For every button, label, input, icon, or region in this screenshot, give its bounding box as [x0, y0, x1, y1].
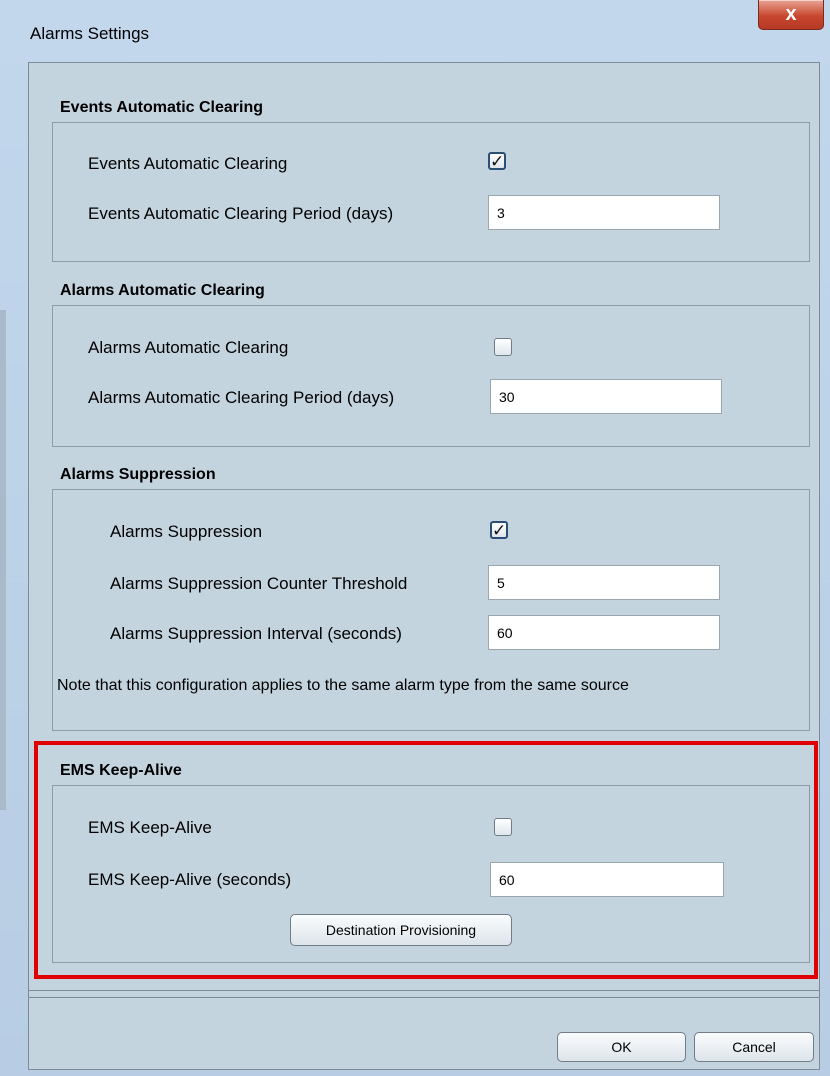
events-clearing-checkbox[interactable]: ✓	[488, 152, 506, 170]
close-button[interactable]: x	[758, 0, 824, 30]
close-icon: x	[785, 3, 797, 25]
keep-alive-checkbox[interactable]	[494, 818, 512, 836]
alarms-suppression-title: Alarms Suppression	[60, 466, 216, 483]
alarms-clearing-checkbox[interactable]	[494, 338, 512, 356]
alarms-clearing-period-input[interactable]: 30	[490, 379, 722, 414]
keep-alive-seconds-label: EMS Keep-Alive (seconds)	[88, 870, 292, 889]
alarms-clearing-period-label: Alarms Automatic Clearing Period (days)	[88, 388, 395, 407]
suppression-threshold-label: Alarms Suppression Counter Threshold	[110, 574, 408, 593]
suppression-interval-label: Alarms Suppression Interval (seconds)	[110, 624, 402, 643]
destination-provisioning-button[interactable]: Destination Provisioning	[290, 914, 512, 946]
suppression-interval-input[interactable]: 60	[488, 615, 720, 650]
check-icon: ✓	[492, 521, 507, 540]
events-clearing-period-input[interactable]: 3	[488, 195, 720, 230]
title-bar: Alarms Settings x	[0, 0, 830, 62]
cancel-button[interactable]: Cancel	[694, 1032, 814, 1062]
alarms-settings-dialog: Alarms Settings x Events Automatic Clear…	[0, 0, 830, 1076]
window-title: Alarms Settings	[30, 24, 150, 43]
check-icon: ✓	[490, 152, 505, 171]
keep-alive-title: EMS Keep-Alive	[60, 762, 182, 779]
alarms-clearing-group	[52, 305, 810, 447]
footer-divider-inner	[28, 997, 820, 998]
suppression-note: Note that this configuration applies to …	[57, 677, 629, 694]
suppression-threshold-input[interactable]: 5	[488, 565, 720, 600]
footer-divider	[28, 990, 820, 991]
events-clearing-group	[52, 122, 810, 262]
window-edge	[0, 310, 6, 810]
alarms-clearing-title: Alarms Automatic Clearing	[60, 282, 265, 299]
alarms-clearing-label: Alarms Automatic Clearing	[88, 338, 289, 357]
events-clearing-period-label: Events Automatic Clearing Period (days)	[88, 204, 394, 223]
keep-alive-seconds-input[interactable]: 60	[490, 862, 724, 897]
alarms-suppression-label: Alarms Suppression	[110, 522, 263, 541]
events-clearing-label: Events Automatic Clearing	[88, 154, 288, 173]
ok-button[interactable]: OK	[557, 1032, 686, 1062]
keep-alive-label: EMS Keep-Alive	[88, 818, 212, 837]
events-clearing-title: Events Automatic Clearing	[60, 99, 264, 116]
alarms-suppression-checkbox[interactable]: ✓	[490, 521, 508, 539]
